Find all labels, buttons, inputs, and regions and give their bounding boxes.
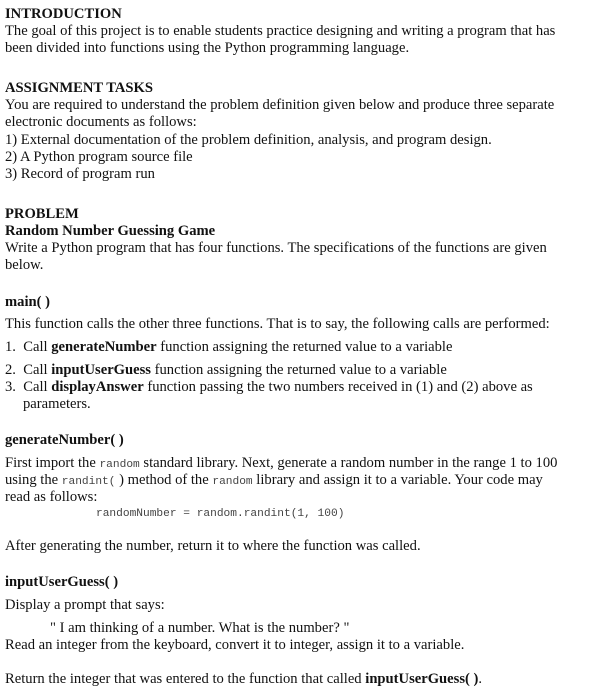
main-function-intro: This function calls the other three func…	[5, 316, 550, 332]
problem-text-2: below.	[5, 257, 44, 273]
step-pre: Call	[23, 339, 52, 355]
inline-code: random	[212, 476, 253, 488]
text: standard library. Next, generate a rando…	[139, 455, 558, 471]
main-step-3-continued: parameters.	[23, 396, 91, 412]
introduction-heading: INTRODUCTION	[5, 6, 122, 22]
main-function-heading: main( )	[5, 294, 50, 310]
step-number: 3.	[5, 379, 16, 395]
generate-function-heading: generateNumber( )	[5, 432, 124, 448]
text: library and assign it to a variable. You…	[252, 472, 543, 488]
assignment-text-2: electronic documents as follows:	[5, 114, 197, 130]
prompt-text: " I am thinking of a number. What is the…	[50, 620, 350, 636]
inline-code: random	[99, 459, 140, 471]
main-step-1: 1. Call generateNumber function assignin…	[5, 339, 452, 356]
step-pre: Call	[23, 362, 52, 378]
code-sample: randomNumber = random.randint(1, 100)	[96, 508, 345, 520]
text: using the	[5, 472, 62, 488]
step-post: function assigning the returned value to…	[156, 339, 453, 355]
step-function-name: inputUserGuess	[51, 362, 151, 378]
assignment-item: 3) Record of program run	[5, 166, 155, 182]
assignment-text-1: You are required to understand the probl…	[5, 97, 555, 113]
step-post: function assigning the returned value to…	[150, 362, 447, 378]
text: First import the	[5, 455, 100, 471]
generate-text-3: read as follows:	[5, 489, 98, 505]
step-number: 2.	[5, 362, 16, 378]
step-pre: Call	[23, 379, 52, 395]
input-text-2: Read an integer from the keyboard, conve…	[5, 637, 465, 653]
input-function-heading: inputUserGuess( )	[5, 574, 119, 590]
input-text-1: Display a prompt that says:	[5, 597, 165, 613]
document-page: INTRODUCTION The goal of this project is…	[0, 0, 592, 695]
generate-after: After generating the number, return it t…	[5, 538, 421, 554]
text: Return the integer that was entered to t…	[5, 671, 366, 687]
problem-heading: PROBLEM	[5, 206, 79, 222]
input-return-text: Return the integer that was entered to t…	[5, 671, 482, 688]
function-name: inputUserGuess( )	[365, 671, 479, 687]
text: .	[478, 671, 483, 687]
problem-subheading: Random Number Guessing Game	[5, 223, 216, 239]
step-post: function passing the two numbers receive…	[143, 379, 533, 395]
introduction-text-1: The goal of this project is to enable st…	[5, 23, 556, 39]
assignment-item: 2) A Python program source file	[5, 149, 193, 165]
problem-text-1: Write a Python program that has four fun…	[5, 240, 547, 256]
step-function-name: displayAnswer	[51, 379, 144, 395]
inline-code: randint(	[61, 476, 116, 488]
text: ) method of the	[115, 472, 213, 488]
assignment-item: 1) External documentation of the problem…	[5, 132, 492, 148]
introduction-text-2: been divided into functions using the Py…	[5, 40, 410, 56]
step-number: 1.	[5, 339, 16, 355]
step-function-name: generateNumber	[51, 339, 157, 355]
assignment-heading: ASSIGNMENT TASKS	[5, 80, 154, 96]
main-step-2: 2. Call inputUserGuess function assignin…	[5, 362, 447, 379]
main-step-3: 3. Call displayAnswer function passing t…	[5, 379, 533, 396]
